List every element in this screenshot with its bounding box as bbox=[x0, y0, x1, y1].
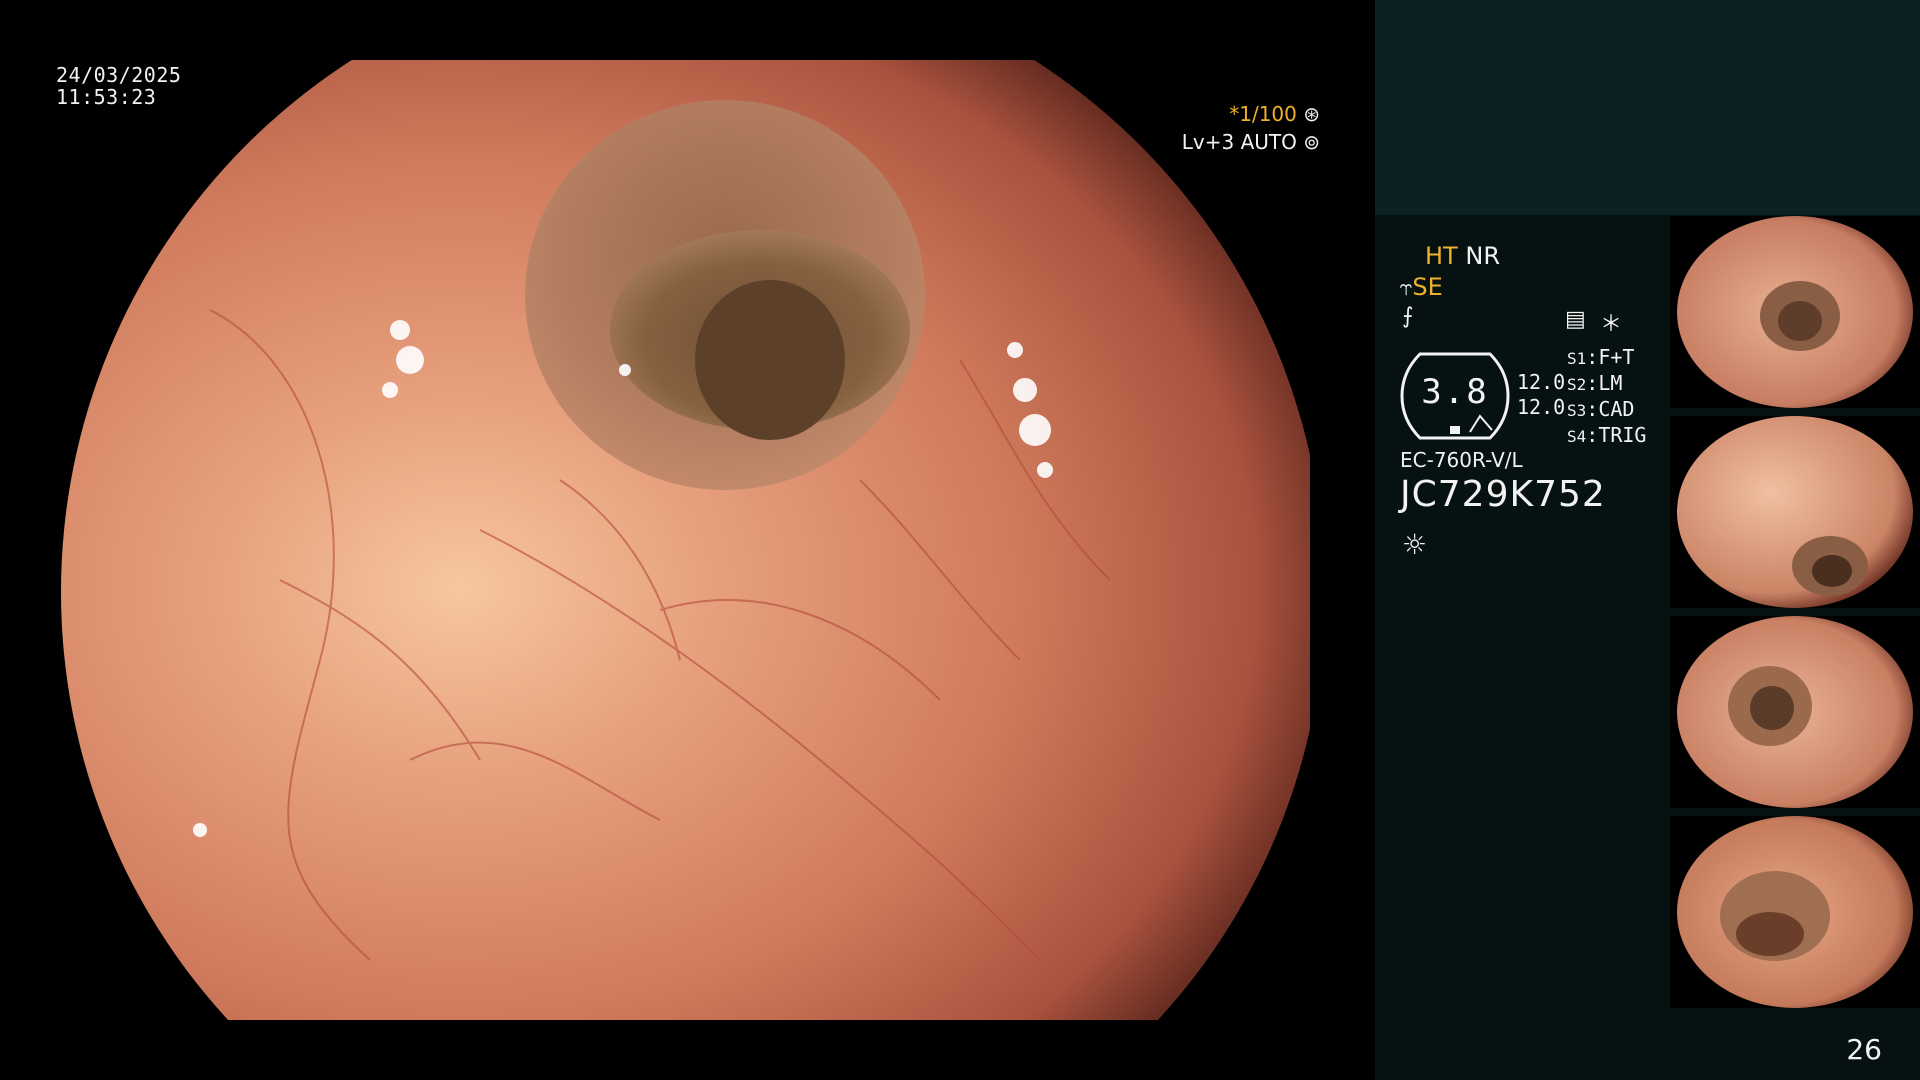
thumbnail-4[interactable] bbox=[1670, 816, 1920, 1008]
exposure-mode: Lv+3 AUTO bbox=[1181, 130, 1297, 154]
page-number: 26 bbox=[1846, 1033, 1882, 1066]
exposure-icon: ⊚ bbox=[1303, 130, 1320, 154]
exposure-overlay: *1/100 ⊛ Lv+3 AUTO ⊚ bbox=[1182, 100, 1320, 156]
mode-row-1: HT NR bbox=[1425, 242, 1500, 270]
exposure-row: Lv+3 AUTO ⊚ bbox=[1182, 128, 1320, 156]
switch-settings: S1:F+T S2:LM S3:CAD S4:TRIG bbox=[1567, 345, 1646, 449]
light-icon: ☼ bbox=[1402, 528, 1428, 561]
endoscope-image bbox=[60, 60, 1310, 1020]
scope-serial: JC729K752 bbox=[1400, 474, 1606, 515]
shutter-speed: *1/100 bbox=[1229, 102, 1297, 126]
thumbnail-1-image bbox=[1677, 216, 1913, 408]
gauge-sub-1: 12.0 bbox=[1517, 370, 1566, 394]
mode-se: SE bbox=[1412, 273, 1443, 301]
mode-nr: NR bbox=[1465, 242, 1500, 270]
aperture-icon: ⊛ bbox=[1303, 102, 1320, 126]
document-icon: ▤ bbox=[1565, 307, 1586, 332]
thumbnail-2[interactable] bbox=[1670, 416, 1920, 608]
scope-model: EC-760R-V/L bbox=[1400, 448, 1523, 472]
thumbnail-4-image bbox=[1677, 816, 1913, 1008]
mode-row-2: ⥾SE bbox=[1400, 273, 1443, 303]
gauge-sub-2: 12.0 bbox=[1517, 395, 1566, 419]
info-panel-header bbox=[1375, 0, 1920, 215]
gauge-subvalues: 12.0 12.0 bbox=[1517, 370, 1565, 420]
gauge-value: 3.8 bbox=[1421, 372, 1489, 412]
thumbnail-3-image bbox=[1677, 616, 1913, 808]
switch-s3: S3:CAD bbox=[1567, 397, 1635, 421]
thumbnail-3[interactable] bbox=[1670, 616, 1920, 808]
switch-s4: S4:TRIG bbox=[1567, 423, 1647, 447]
thumbnail-2-image bbox=[1677, 416, 1913, 608]
gauge: 3.8 bbox=[1400, 352, 1510, 440]
date-text: 24/03/2025 bbox=[56, 63, 182, 87]
switch-s2: S2:LM bbox=[1567, 371, 1623, 395]
switch-s1: S1:F+T bbox=[1567, 345, 1635, 369]
date-time: 24/03/2025 11:53:23 bbox=[56, 64, 181, 108]
colon-lumen-view bbox=[61, 60, 1310, 1020]
enhance-icon: ⥾ bbox=[1400, 276, 1413, 301]
filter-icon: ⨍ bbox=[1402, 304, 1414, 329]
time-text: 11:53:23 bbox=[56, 85, 157, 109]
shutter-row: *1/100 ⊛ bbox=[1182, 100, 1320, 128]
thumbnail-1[interactable] bbox=[1670, 216, 1920, 408]
asterisk-icon: ＊ bbox=[1600, 312, 1623, 337]
mode-ht: HT bbox=[1425, 242, 1458, 270]
